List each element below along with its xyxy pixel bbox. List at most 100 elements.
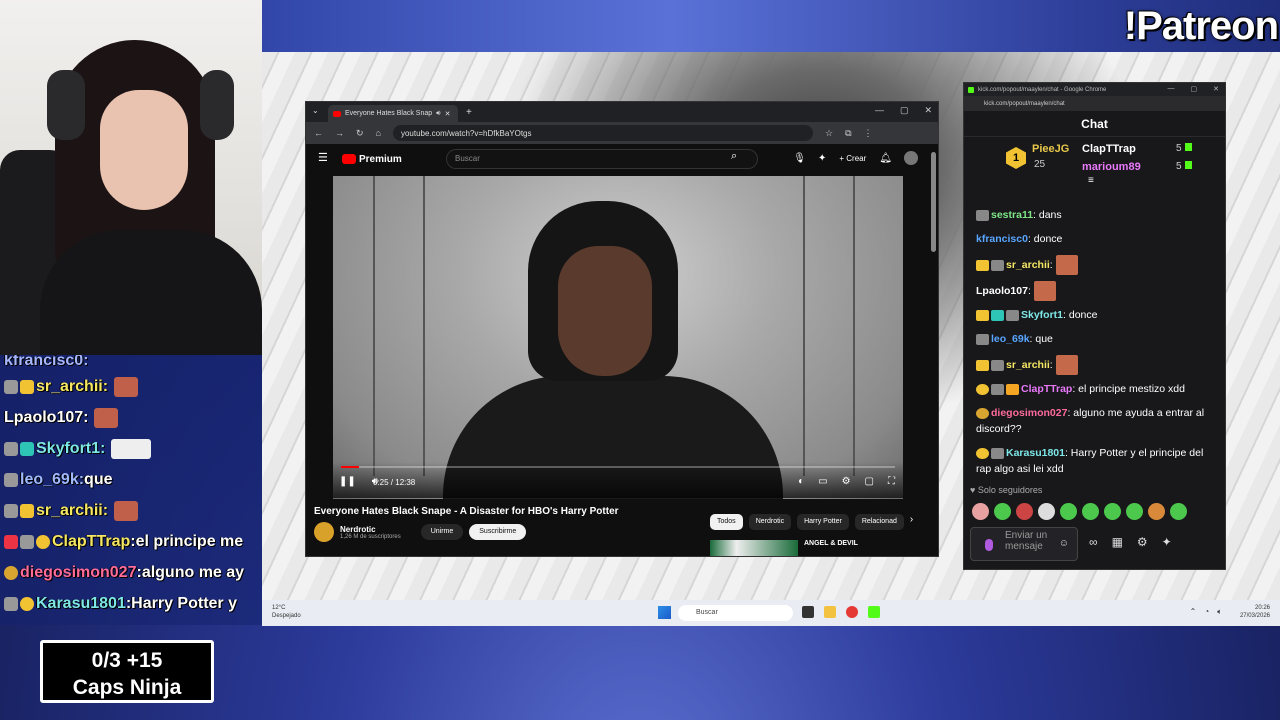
youtube-logo[interactable]: Premium <box>342 154 402 165</box>
maximize-button[interactable]: ▢ <box>1191 85 1198 93</box>
overlay-chat: kfrancisc0 : sr_archii : Lpaolo107 : Sky… <box>0 355 262 625</box>
tab-search-icon[interactable]: ⌄ <box>312 106 319 115</box>
home-icon[interactable]: ⌂ <box>376 128 381 138</box>
gifter-name[interactable]: ClapTTrap <box>1082 143 1136 155</box>
chip-related[interactable]: Relacionad <box>854 514 904 530</box>
hamburger-icon[interactable]: ☰ <box>318 151 328 164</box>
close-window-button[interactable]: ✕ <box>1213 85 1219 93</box>
theater-icon[interactable]: ▢ <box>865 476 874 487</box>
emote-icon[interactable] <box>1170 503 1187 520</box>
menu-icon[interactable]: ⋮ <box>864 128 873 139</box>
channel-avatar[interactable] <box>314 522 334 542</box>
clock[interactable]: 20:26 27/03/2026 <box>1240 604 1270 620</box>
emote-icon[interactable] <box>994 503 1011 520</box>
settings-icon[interactable]: ⚙ <box>1137 535 1148 549</box>
explorer-icon[interactable] <box>824 606 836 618</box>
forward-icon[interactable]: → <box>335 128 344 138</box>
search-icon[interactable]: ⌕ <box>731 150 737 163</box>
emote-icon[interactable] <box>972 503 989 520</box>
emote-icon[interactable] <box>1148 503 1165 520</box>
reload-icon[interactable]: ↻ <box>356 128 364 139</box>
pause-icon[interactable]: ❚❚ <box>339 476 356 487</box>
expand-icon[interactable]: ≡ <box>1088 175 1094 186</box>
emote-icon[interactable] <box>1038 503 1055 520</box>
network-icon[interactable]: ◔ <box>1204 607 1209 617</box>
extensions-icon[interactable]: ⧉ <box>845 128 851 139</box>
chat-user[interactable]: ClapTTrap <box>1021 383 1072 395</box>
emote-icon[interactable] <box>1104 503 1121 520</box>
chat-user[interactable]: sr_archii <box>1006 359 1050 371</box>
chevron-right-icon[interactable]: › <box>910 514 913 530</box>
notifications-icon[interactable]: 🔔︎ <box>879 153 892 164</box>
progress-bar[interactable] <box>341 466 895 468</box>
time-display: 0:25 / 12:38 <box>373 478 416 487</box>
chat-user[interactable]: Karasu1801 <box>1006 447 1065 459</box>
chevron-up-icon[interactable]: ⌃ <box>1190 607 1197 617</box>
emote-icon[interactable] <box>1016 503 1033 520</box>
kick-window-title: kick.com/popout/maaylen/chat - Google Ch… <box>978 86 1107 93</box>
kick-url-bar[interactable]: kick.com/popout/maaylen/chat <box>964 96 1225 111</box>
chat-user[interactable]: leo_69k <box>991 333 1030 345</box>
rec-title: ANGEL & DEVIL <box>804 540 858 547</box>
channel-name[interactable]: Nerdrotic <box>340 525 401 534</box>
chat-user[interactable]: sr_archii <box>1006 259 1050 271</box>
minimize-button[interactable]: — <box>875 105 884 116</box>
recommended-video[interactable]: ANGEL & DEVIL <box>710 540 858 556</box>
settings-icon[interactable]: ⚙ <box>842 476 851 487</box>
gifter-name[interactable]: PieeJG <box>1032 143 1069 155</box>
badge-icon <box>991 259 1004 271</box>
chat-user[interactable]: diegosimon027 <box>991 407 1067 419</box>
subtitles-icon[interactable]: ▭ <box>818 476 827 487</box>
kick-titlebar: kick.com/popout/maaylen/chat - Google Ch… <box>964 83 1225 96</box>
join-button[interactable]: Unirme <box>420 524 464 540</box>
kick-icon[interactable] <box>868 606 880 618</box>
avatar[interactable] <box>904 151 918 165</box>
subscribe-button[interactable]: Suscribirme <box>469 524 527 540</box>
infinity-icon[interactable]: ∞ <box>1089 535 1098 549</box>
autoplay-toggle-icon[interactable]: ◐ <box>798 476 804 487</box>
maximize-button[interactable]: ▢ <box>900 105 909 116</box>
back-icon[interactable]: ← <box>314 128 323 138</box>
chip-all[interactable]: Todos <box>710 514 743 530</box>
minimize-button[interactable]: — <box>1168 85 1175 93</box>
badge-icon <box>4 596 18 611</box>
close-window-button[interactable]: ✕ <box>924 105 932 116</box>
create-button[interactable]: + Crear <box>838 153 867 164</box>
send-icon[interactable]: ✦ <box>1162 535 1172 549</box>
video-player[interactable] <box>333 176 903 499</box>
gifter-name[interactable]: marioum89 <box>1082 161 1141 173</box>
taskbar-search[interactable]: Buscar <box>678 605 793 621</box>
chat-input[interactable]: Enviar un mensaje ☺ <box>970 527 1078 561</box>
taskview-icon[interactable] <box>802 606 814 618</box>
close-tab-icon[interactable]: ✕ <box>445 110 451 118</box>
mic-icon[interactable] <box>985 539 993 551</box>
store-icon[interactable]: ▦ <box>1112 535 1123 549</box>
chip-harry-potter[interactable]: Harry Potter <box>797 514 849 530</box>
volume-tray-icon[interactable]: 🔈︎ <box>1217 607 1222 617</box>
chat-user[interactable]: sestra11 <box>991 209 1033 221</box>
badge-icon <box>991 359 1004 371</box>
chip-channel[interactable]: Nerdrotic <box>748 514 792 530</box>
emote-icon[interactable] <box>1060 503 1077 520</box>
new-tab-button[interactable]: + <box>466 107 472 118</box>
star-icon[interactable]: ☆ <box>825 128 833 139</box>
emote-icon[interactable] <box>1082 503 1099 520</box>
scrollbar[interactable] <box>931 152 936 252</box>
url-field[interactable]: youtube.com/watch?v=hDfkBaYOtgs <box>392 125 813 141</box>
chat-user[interactable]: Lpaolo107 <box>976 285 1028 297</box>
start-icon[interactable] <box>658 606 671 619</box>
fullscreen-icon[interactable]: ⛶ <box>888 476 895 487</box>
browser-tab[interactable]: Everyone Hates Black Snap 🔊︎ ✕ <box>328 105 458 122</box>
weather-widget[interactable]: 12°C Despejado <box>272 604 301 620</box>
chat-user[interactable]: Skyfort1 <box>1021 309 1063 321</box>
mic-icon[interactable]: 🎙︎ <box>793 153 806 164</box>
badge-icon <box>976 333 989 345</box>
extension-icon[interactable]: ✦ <box>818 153 826 164</box>
search-input[interactable]: Buscar <box>446 149 758 169</box>
chat-toolbar: ∞ ▦ ⚙ ✦ <box>1089 535 1172 549</box>
chrome-icon[interactable] <box>846 606 858 618</box>
emote-icon[interactable] <box>1126 503 1143 520</box>
emoji-icon[interactable]: ☺ <box>1059 538 1069 549</box>
chat-user[interactable]: kfrancisc0 <box>976 233 1028 245</box>
header-actions: 🎙︎ ✦ + Crear 🔔︎ <box>793 151 918 165</box>
